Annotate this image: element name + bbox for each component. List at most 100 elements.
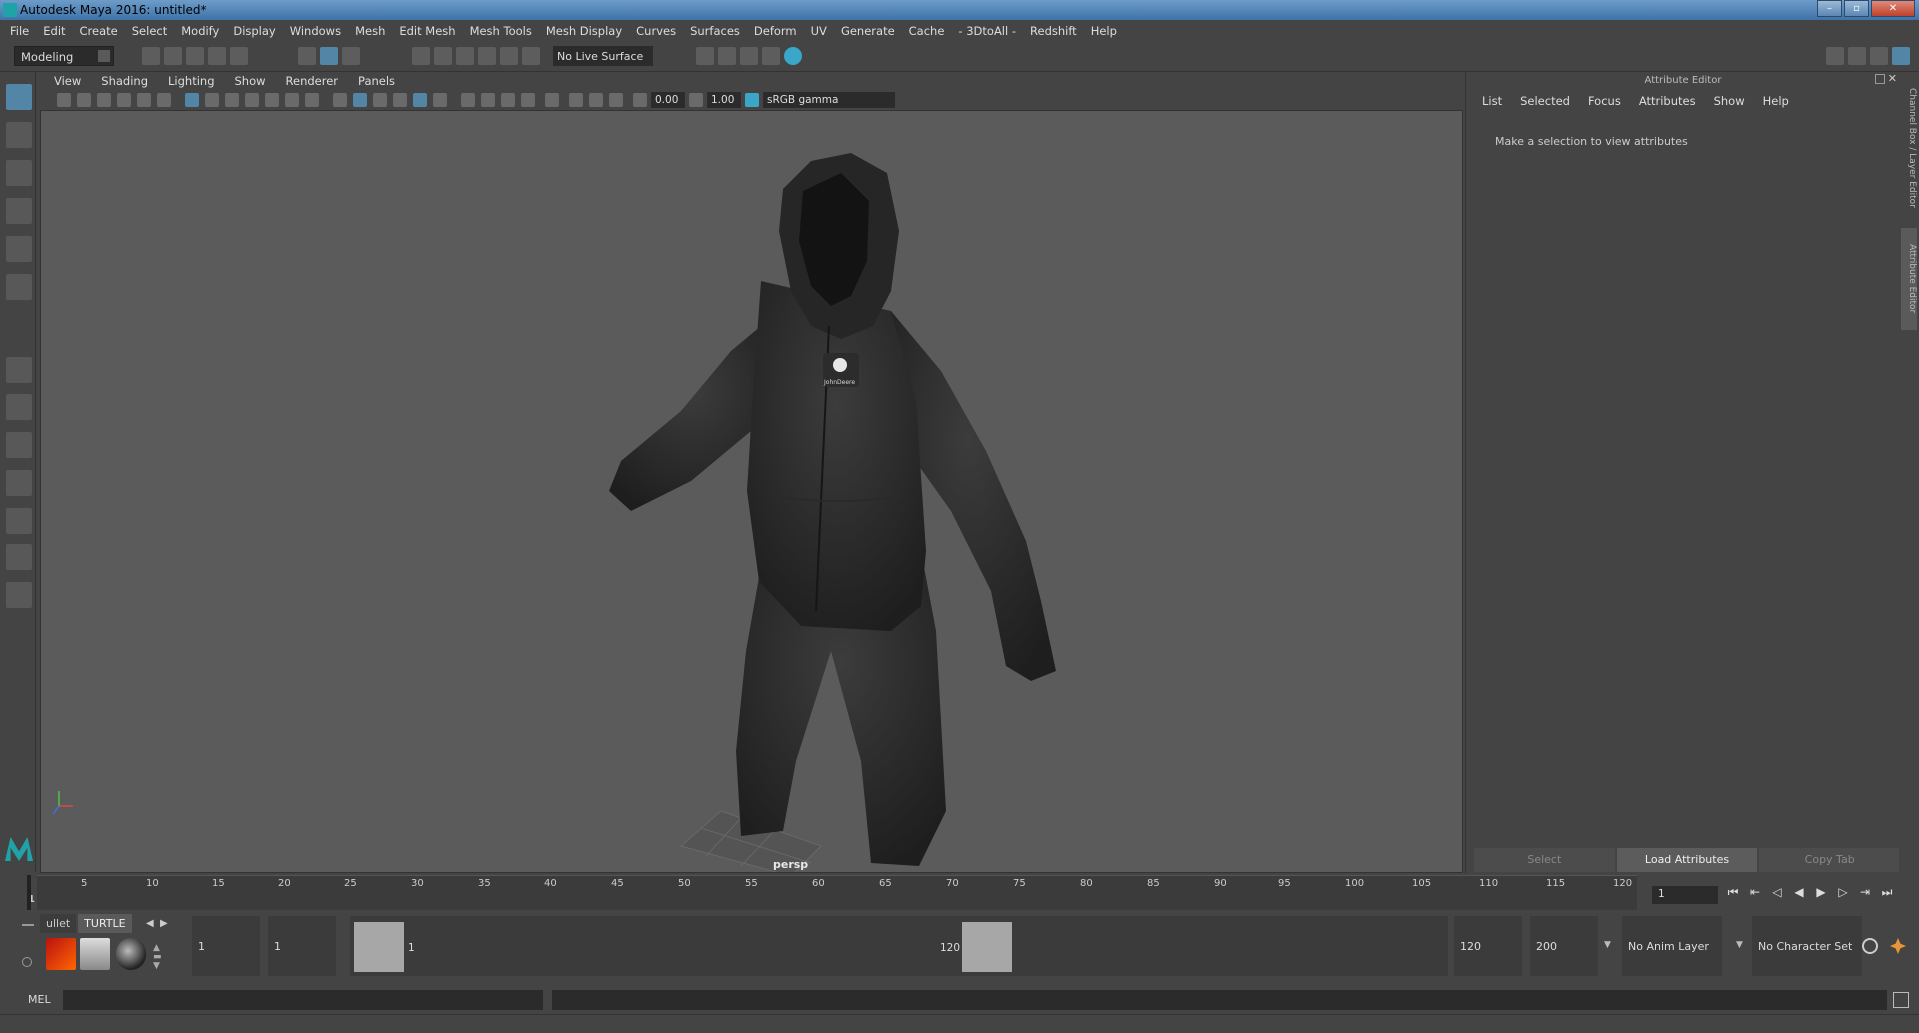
- shelf-settings-icon[interactable]: [22, 957, 32, 967]
- turtle-bake-icon[interactable]: [80, 938, 110, 970]
- bookmark-icon[interactable]: [97, 93, 111, 107]
- character-set-chevron-down-icon[interactable]: ▼: [1736, 940, 1743, 950]
- new-scene-icon[interactable]: [142, 47, 160, 65]
- depth-of-field-icon[interactable]: [521, 93, 535, 107]
- panel-menu-renderer[interactable]: Renderer: [286, 74, 339, 88]
- undo-icon[interactable]: [208, 47, 226, 65]
- play-backwards-icon[interactable]: ◀: [1792, 885, 1806, 899]
- open-scene-icon[interactable]: [164, 47, 182, 65]
- menu-cache[interactable]: Cache: [909, 24, 945, 38]
- wireframe-icon[interactable]: [333, 93, 347, 107]
- gate-mask-icon[interactable]: [245, 93, 259, 107]
- time-slider[interactable]: 1 5 10 15 20 25 30 35 40 45 50 55 60 65 …: [27, 875, 1637, 910]
- gamma-field[interactable]: 1.00: [707, 92, 741, 108]
- camera-attributes-icon[interactable]: [77, 93, 91, 107]
- render-view-icon[interactable]: [762, 47, 780, 65]
- four-view-layout-icon[interactable]: [6, 394, 32, 420]
- exposure-field[interactable]: 0.00: [651, 92, 685, 108]
- move-tool-icon[interactable]: [6, 198, 32, 224]
- grid-icon[interactable]: [185, 93, 199, 107]
- minimize-button[interactable]: –: [1817, 0, 1842, 17]
- paint-select-tool-icon[interactable]: [6, 160, 32, 186]
- select-tool-icon[interactable]: [6, 84, 32, 110]
- animation-start-field[interactable]: 1: [192, 916, 260, 976]
- menu-surfaces[interactable]: Surfaces: [690, 24, 740, 38]
- channel-box-tab[interactable]: Channel Box / Layer Editor: [1901, 78, 1917, 218]
- smooth-shade-icon[interactable]: [353, 93, 367, 107]
- animation-end-field[interactable]: 200: [1530, 916, 1598, 976]
- float-panel-icon[interactable]: [1875, 74, 1885, 84]
- menu-uv[interactable]: UV: [811, 24, 827, 38]
- save-scene-icon[interactable]: [186, 47, 204, 65]
- ae-menu-list[interactable]: List: [1482, 94, 1502, 108]
- attribute-editor-toggle-icon[interactable]: [1848, 47, 1866, 65]
- lasso-tool-icon[interactable]: [6, 122, 32, 148]
- menu-display[interactable]: Display: [233, 24, 275, 38]
- menu-deform[interactable]: Deform: [754, 24, 797, 38]
- animation-preferences-icon[interactable]: [1890, 938, 1906, 954]
- snap-view-plane-icon[interactable]: [478, 47, 496, 65]
- panel-menu-show[interactable]: Show: [235, 74, 266, 88]
- close-panel-icon[interactable]: ✕: [1888, 72, 1897, 85]
- ipr-render-icon[interactable]: [740, 47, 758, 65]
- menu-3dtoall[interactable]: - 3DtoAll -: [958, 24, 1016, 38]
- layout-more-icon[interactable]: [6, 582, 32, 608]
- grease-pencil-icon[interactable]: [157, 93, 171, 107]
- panel-menu-panels[interactable]: Panels: [358, 74, 395, 88]
- perspective-viewport[interactable]: JohnDeere persp: [40, 110, 1463, 873]
- ae-menu-selected[interactable]: Selected: [1520, 94, 1570, 108]
- step-forward-key-icon[interactable]: ⇥: [1858, 885, 1872, 899]
- film-gate-icon[interactable]: [205, 93, 219, 107]
- menu-mesh-tools[interactable]: Mesh Tools: [470, 24, 532, 38]
- redo-icon[interactable]: [230, 47, 248, 65]
- textured-icon[interactable]: [393, 93, 407, 107]
- shadows-icon[interactable]: [433, 93, 447, 107]
- shelf-menu-icon[interactable]: [22, 924, 34, 926]
- anti-aliasing-icon[interactable]: [501, 93, 515, 107]
- step-back-key-icon[interactable]: ⇤: [1748, 885, 1762, 899]
- modeling-toolkit-icon[interactable]: [1826, 47, 1844, 65]
- ae-menu-attributes[interactable]: Attributes: [1639, 94, 1696, 108]
- shelf-scroll-left-icon[interactable]: ◀: [146, 918, 154, 929]
- step-forward-frame-icon[interactable]: ▷: [1836, 885, 1850, 899]
- panel-menu-view[interactable]: View: [54, 74, 81, 88]
- persp-graph-layout-icon[interactable]: [6, 470, 32, 496]
- snap-grid-icon[interactable]: [412, 47, 430, 65]
- playback-end-field[interactable]: 120: [1454, 916, 1522, 976]
- channel-box-toggle-icon[interactable]: [1892, 47, 1910, 65]
- menu-mesh-display[interactable]: Mesh Display: [546, 24, 622, 38]
- select-hierarchy-icon[interactable]: [298, 47, 316, 65]
- motion-blur-icon[interactable]: [481, 93, 495, 107]
- wireframe-on-shaded-icon[interactable]: [373, 93, 387, 107]
- play-forwards-icon[interactable]: ▶: [1814, 885, 1828, 899]
- use-all-lights-icon[interactable]: [413, 93, 427, 107]
- select-button[interactable]: Select: [1474, 848, 1615, 872]
- xray-components-icon[interactable]: [609, 93, 623, 107]
- current-frame-field[interactable]: 1: [1652, 886, 1718, 904]
- screen-space-ao-icon[interactable]: [461, 93, 475, 107]
- image-plane-icon[interactable]: [117, 93, 131, 107]
- ae-menu-help[interactable]: Help: [1763, 94, 1789, 108]
- scale-tool-icon[interactable]: [6, 274, 32, 300]
- script-editor-icon[interactable]: [1893, 992, 1909, 1008]
- snap-live-icon[interactable]: [522, 47, 540, 65]
- isolate-select-icon[interactable]: [545, 93, 559, 107]
- hypershade-icon[interactable]: [784, 47, 802, 65]
- menu-set-dropdown[interactable]: Modeling: [14, 46, 114, 66]
- color-management-icon[interactable]: [745, 93, 759, 107]
- menu-curves[interactable]: Curves: [636, 24, 676, 38]
- menu-generate[interactable]: Generate: [841, 24, 895, 38]
- exposure-reset-icon[interactable]: [633, 93, 647, 107]
- go-to-end-icon[interactable]: ⏭: [1880, 885, 1894, 899]
- shelf-scroll-icon[interactable]: ▲ ▬ ▼: [153, 944, 162, 971]
- safe-action-icon[interactable]: [285, 93, 299, 107]
- character-set-dropdown[interactable]: No Character Set: [1752, 916, 1862, 976]
- range-end-handle[interactable]: [962, 922, 1012, 972]
- view-transform-dropdown[interactable]: sRGB gamma: [763, 92, 895, 108]
- xray-icon[interactable]: [569, 93, 583, 107]
- live-surface-field[interactable]: No Live Surface: [553, 46, 653, 66]
- copy-tab-button[interactable]: Copy Tab: [1759, 848, 1901, 872]
- outliner-persp-layout-icon[interactable]: [6, 508, 32, 534]
- menu-mesh[interactable]: Mesh: [355, 24, 385, 38]
- playback-start-field[interactable]: 1: [268, 916, 336, 976]
